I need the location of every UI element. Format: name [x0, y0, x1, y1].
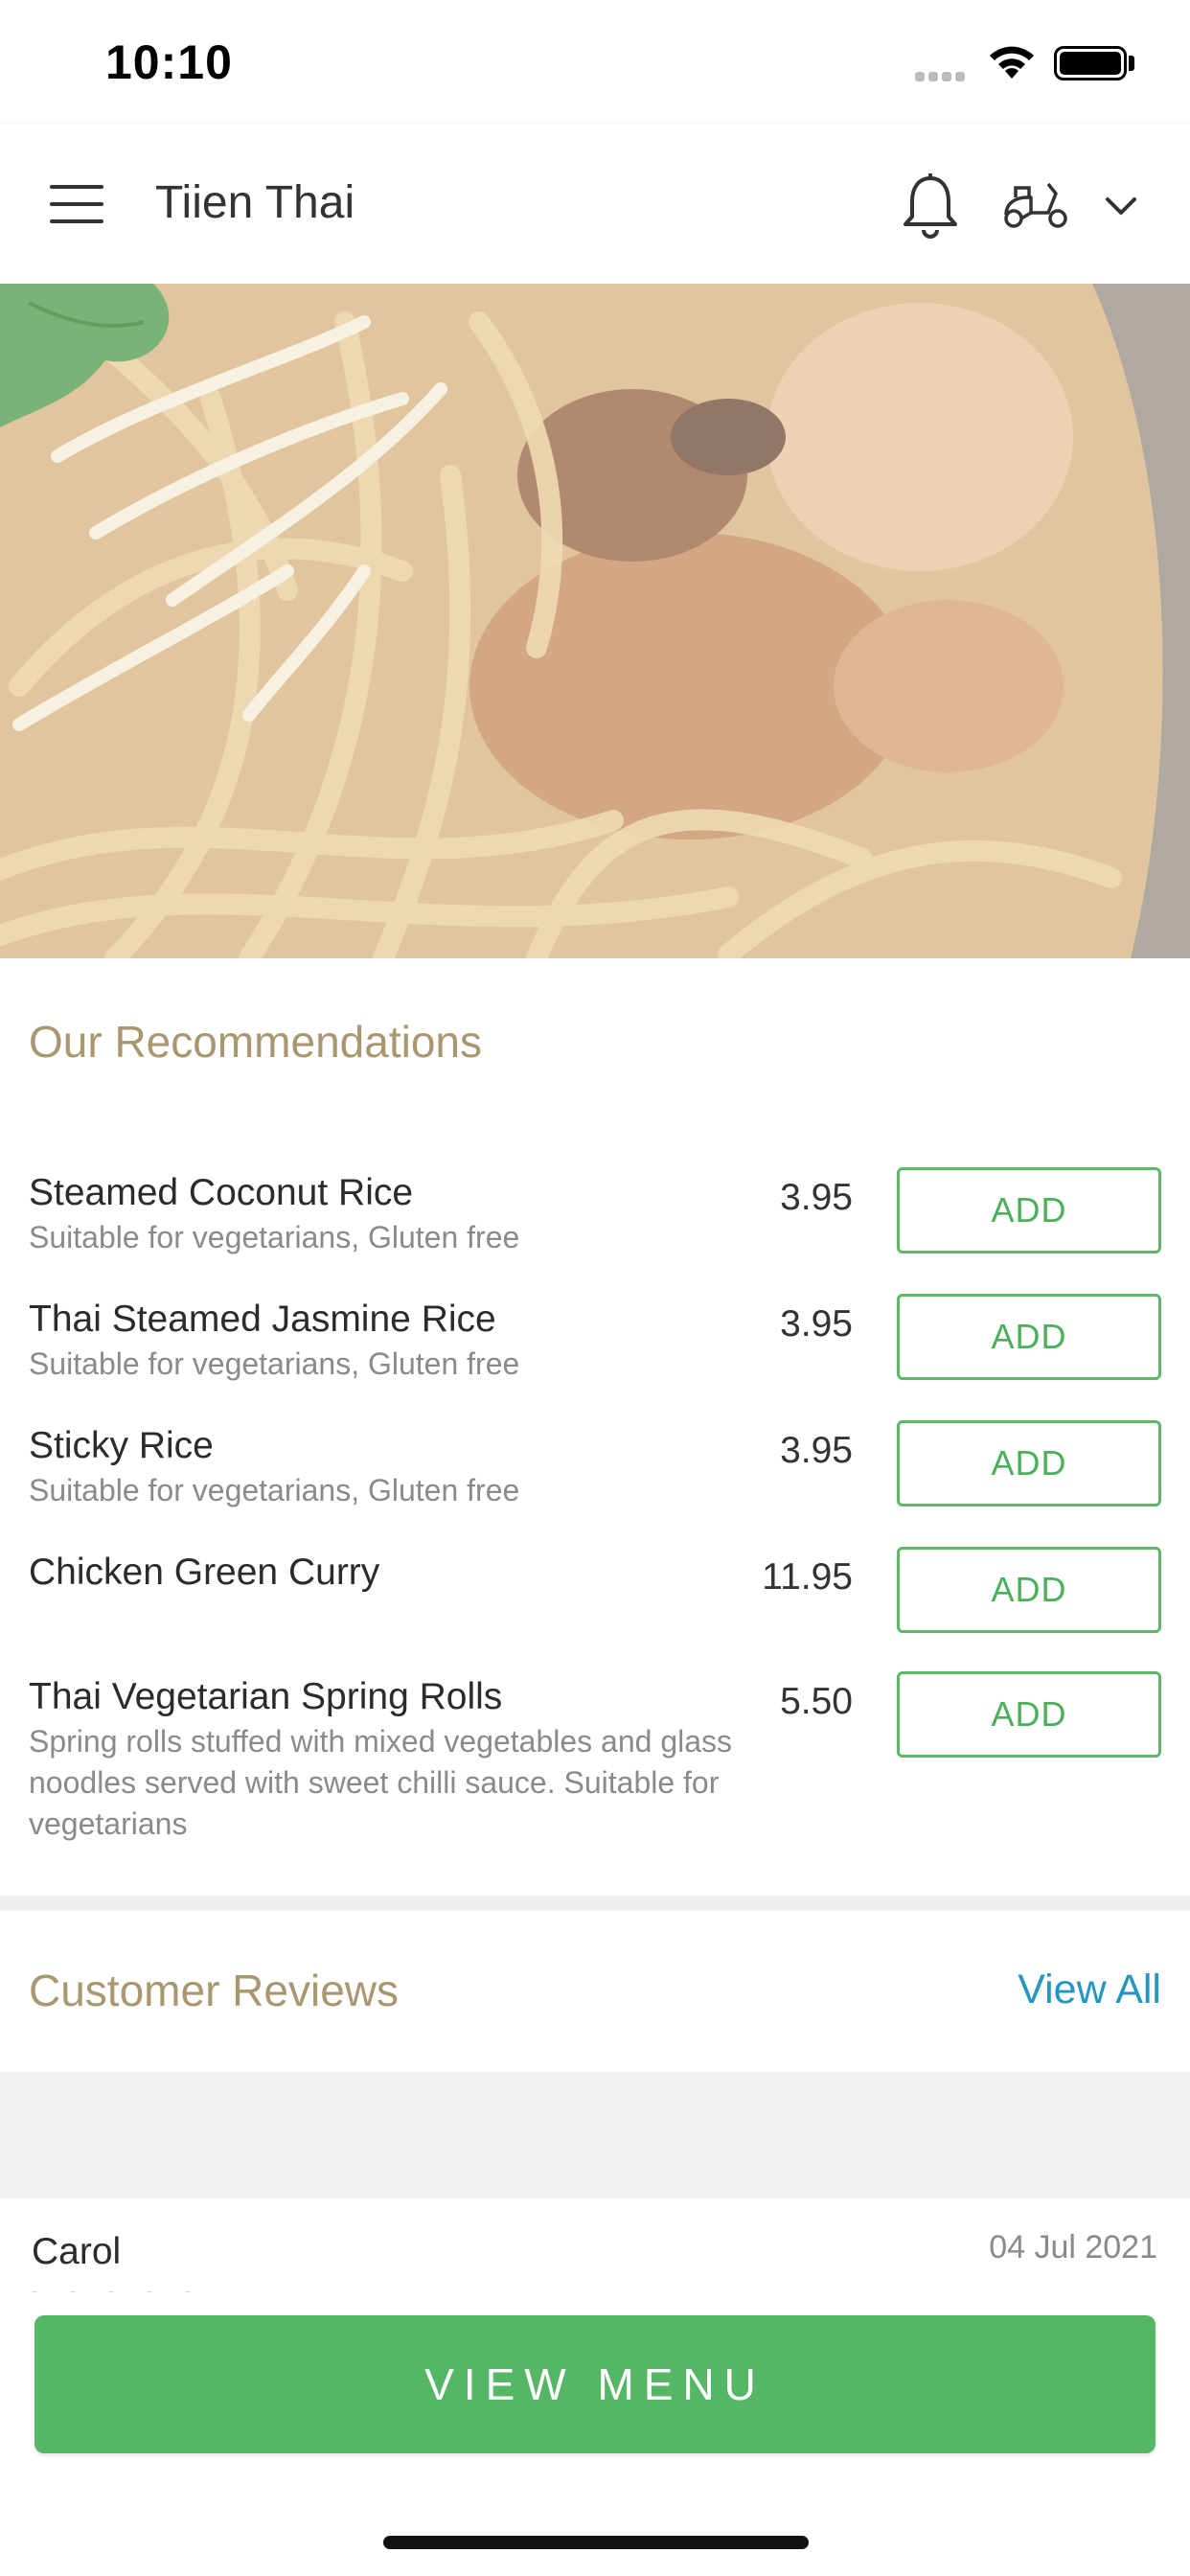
- app-header: Tiien Thai: [0, 125, 1190, 284]
- recommendations-heading: Our Recommendations: [29, 1017, 482, 1067]
- menu-item: Thai Steamed Jasmine Rice Suitable for v…: [29, 1294, 1161, 1385]
- item-description: Suitable for vegetarians, Gluten free: [29, 1473, 520, 1507]
- battery-cap: [1129, 56, 1134, 71]
- add-button[interactable]: ADD: [897, 1547, 1161, 1633]
- status-time: 10:10: [105, 35, 233, 89]
- item-price: 3.95: [780, 1177, 853, 1218]
- item-description: Suitable for vegetarians, Gluten free: [29, 1346, 520, 1381]
- hero-food-image: [0, 284, 1190, 958]
- item-price: 11.95: [762, 1556, 853, 1598]
- battery-icon: [1054, 46, 1127, 80]
- item-price: 5.50: [780, 1681, 853, 1722]
- add-button[interactable]: ADD: [897, 1167, 1161, 1254]
- reviews-heading: Customer Reviews: [29, 1966, 399, 2015]
- add-button[interactable]: ADD: [897, 1420, 1161, 1506]
- bell-icon[interactable]: [901, 172, 960, 240]
- item-description: Suitable for vegetarians, Gluten free: [29, 1220, 520, 1254]
- home-indicator: [383, 2536, 809, 2549]
- item-price: 3.95: [780, 1303, 853, 1345]
- view-menu-button[interactable]: VIEW MENU: [34, 2315, 1156, 2453]
- view-all-link[interactable]: View All: [1018, 1966, 1161, 2013]
- menu-item: Steamed Coconut Rice Suitable for vegeta…: [29, 1167, 1161, 1258]
- signal-icon: [915, 69, 973, 82]
- review-date: 04 Jul 2021: [989, 2229, 1157, 2266]
- reviews-spacer: [0, 2072, 1190, 2198]
- item-description: Spring rolls stuffed with mixed vegetabl…: [29, 1724, 733, 1841]
- review-rating-stars: [32, 2285, 262, 2292]
- add-button[interactable]: ADD: [897, 1671, 1161, 1758]
- reviewer-name: Carol: [32, 2231, 122, 2272]
- add-button[interactable]: ADD: [897, 1294, 1161, 1380]
- hamburger-menu-icon[interactable]: [50, 185, 103, 223]
- chevron-down-icon[interactable]: [1102, 190, 1140, 222]
- restaurant-title: Tiien Thai: [155, 177, 355, 228]
- wifi-icon: [987, 42, 1037, 80]
- menu-item: Sticky Rice Suitable for vegetarians, Gl…: [29, 1420, 1161, 1511]
- menu-item: Thai Vegetarian Spring Rolls Spring roll…: [29, 1671, 1161, 1845]
- menu-item: Chicken Green Curry 11.95 ADD: [29, 1547, 1161, 1633]
- item-price: 3.95: [780, 1430, 853, 1471]
- scooter-icon[interactable]: [1002, 180, 1071, 230]
- section-divider: [0, 1896, 1190, 1911]
- app-screen: 10:10 Tiien Thai Our Recommendations Ste…: [0, 0, 1190, 2576]
- status-bar: 10:10: [0, 0, 1190, 125]
